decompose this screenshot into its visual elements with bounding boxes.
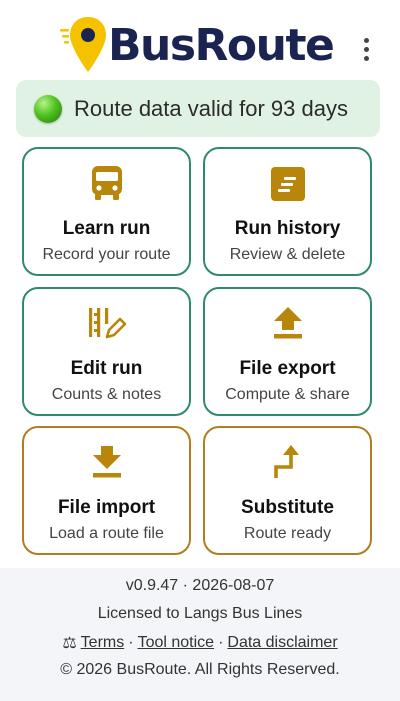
terms-link[interactable]: Terms <box>81 634 125 652</box>
edit-run-subtitle: Counts & notes <box>51 386 162 403</box>
link-separator: · <box>218 634 224 651</box>
link-separator: · <box>128 634 134 651</box>
upload-icon <box>205 303 370 343</box>
run-history-title: Run history <box>234 218 341 239</box>
substitute-button[interactable]: Substitute Route ready <box>203 426 372 555</box>
data-disclaimer-link[interactable]: Data disclaimer <box>227 634 337 652</box>
turn-up-right-icon <box>205 442 370 482</box>
legal-links: ⚖ Terms · Tool notice · Data disclaimer <box>0 633 400 653</box>
green-status-dot-icon <box>34 94 62 123</box>
bus-icon <box>24 163 189 203</box>
copyright-text: © 2026 BusRoute. All Rights Reserved. <box>60 661 340 678</box>
edit-run-title: Edit run <box>70 358 143 379</box>
file-import-subtitle: Load a route file <box>49 525 164 542</box>
file-import-title: File import <box>57 497 156 518</box>
more-vertical-icon <box>363 37 369 43</box>
app-footer: v0.9.47 · 2026-08-07 Licensed to Langs B… <box>0 568 400 701</box>
map-pin-logo-icon <box>60 17 106 72</box>
edit-run-button[interactable]: Edit run Counts & notes <box>22 287 191 416</box>
route-validity-text: Route data valid for 93 days <box>74 95 348 121</box>
learn-run-button[interactable]: Learn run Record your route <box>22 147 191 276</box>
download-icon <box>24 442 189 482</box>
tool-notice-link[interactable]: Tool notice <box>138 634 215 652</box>
file-import-button[interactable]: File import Load a route file <box>22 426 191 555</box>
more-menu-button[interactable] <box>352 32 380 66</box>
route-validity-banner: Route data valid for 93 days <box>16 80 380 137</box>
version-text: v0.9.47 · 2026-08-07 <box>125 577 275 594</box>
app-header: BusRoute <box>0 0 400 80</box>
edit-tally-icon <box>24 303 189 343</box>
file-export-subtitle: Compute & share <box>225 386 350 403</box>
run-history-subtitle: Review & delete <box>229 246 346 263</box>
learn-run-title: Learn run <box>62 218 151 239</box>
main-screen: BusRoute Route data valid for 93 days Le… <box>0 0 400 568</box>
learn-run-subtitle: Record your route <box>42 246 171 263</box>
substitute-title: Substitute <box>241 497 334 518</box>
scale-icon: ⚖ <box>62 635 77 652</box>
run-history-button[interactable]: Run history Review & delete <box>203 147 372 276</box>
file-export-button[interactable]: File export Compute & share <box>203 287 372 416</box>
license-text: Licensed to Langs Bus Lines <box>97 605 303 622</box>
file-export-title: File export <box>239 358 336 379</box>
app-logo-text: BusRoute <box>108 20 335 71</box>
substitute-subtitle: Route ready <box>243 525 332 542</box>
history-list-icon <box>205 163 370 203</box>
